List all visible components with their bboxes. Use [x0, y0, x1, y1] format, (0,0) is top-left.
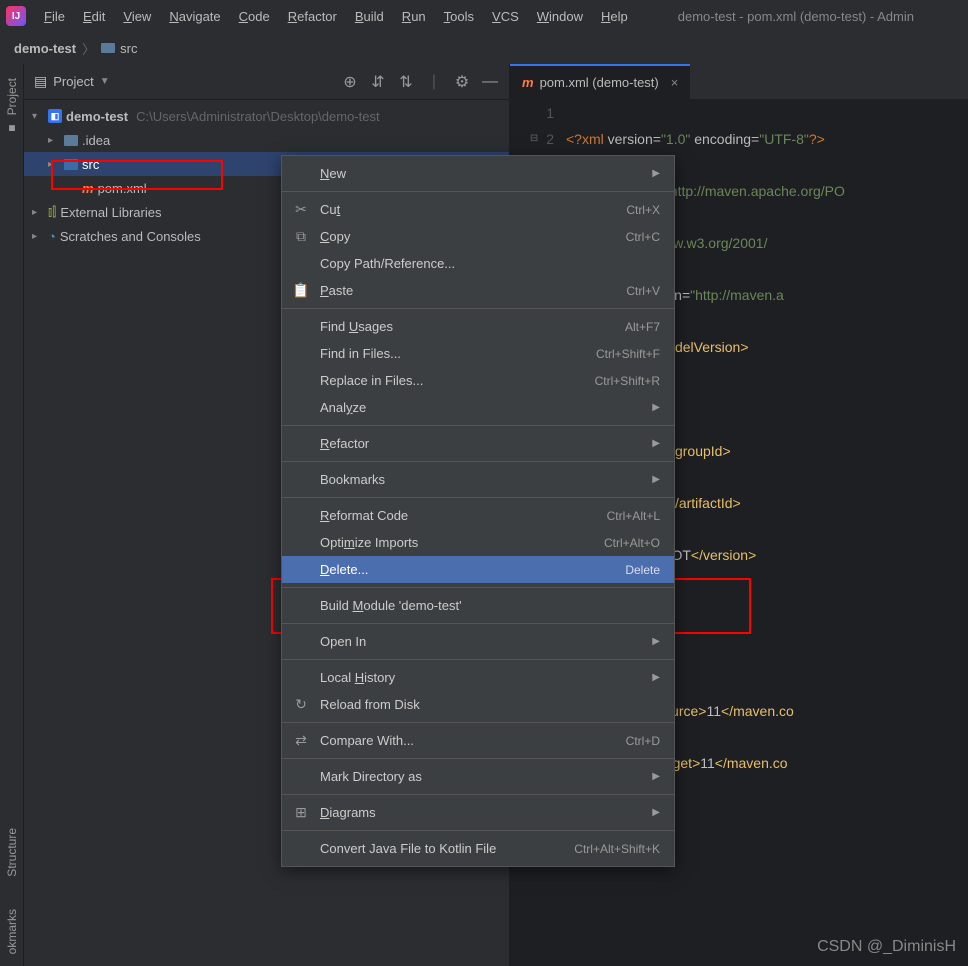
menu-view[interactable]: View	[115, 5, 159, 28]
project-panel-header: ▤ Project ▼ ⊕ ⇵ ⇅ | ⚙ —	[24, 64, 509, 100]
breadcrumb-root[interactable]: demo-test	[14, 41, 76, 56]
breadcrumb-child[interactable]: src	[101, 41, 137, 56]
rail-structure[interactable]: Structure	[5, 822, 19, 883]
paste-icon: 📋	[292, 282, 310, 299]
cm-bookmarks[interactable]: Bookmarks▶	[282, 466, 674, 493]
scratch-icon: ◔	[48, 229, 56, 244]
menu-help[interactable]: Help	[593, 5, 636, 28]
menu-refactor[interactable]: Refactor	[280, 5, 345, 28]
maven-icon: m	[522, 75, 534, 90]
tab-bar: m pom.xml (demo-test) ×	[510, 64, 968, 100]
maven-icon: m	[82, 181, 94, 196]
hide-icon[interactable]: —	[481, 73, 499, 91]
window-title: demo-test - pom.xml (demo-test) - Admin	[678, 9, 914, 24]
copy-icon: ⧉	[292, 228, 310, 245]
cm-cut[interactable]: ✂CutCtrl+X	[282, 196, 674, 223]
collapse-icon[interactable]: ⇅	[397, 73, 415, 91]
tree-root[interactable]: ◧ demo-test C:\Users\Administrator\Deskt…	[24, 104, 509, 128]
rail-bookmarks[interactable]: okmarks	[5, 903, 19, 960]
cm-diagrams[interactable]: ⊞Diagrams▶	[282, 799, 674, 826]
cm-paste[interactable]: 📋PasteCtrl+V	[282, 277, 674, 304]
breadcrumb: demo-test 〉 src	[0, 32, 968, 64]
menu-window[interactable]: Window	[529, 5, 591, 28]
chevron-right-icon: ▶	[652, 402, 660, 413]
cm-optimize-imports[interactable]: Optimize ImportsCtrl+Alt+O	[282, 529, 674, 556]
cm-copy[interactable]: ⧉CopyCtrl+C	[282, 223, 674, 250]
library-icon: ⫾⫿	[48, 204, 56, 220]
chevron-right-icon: ▶	[652, 807, 660, 818]
chevron-right-icon: ▶	[652, 771, 660, 782]
chevron-right-icon: ▶	[652, 672, 660, 683]
module-icon: ◧	[48, 109, 62, 123]
cm-local-history[interactable]: Local History▶	[282, 664, 674, 691]
context-menu: New▶ ✂CutCtrl+X⧉CopyCtrl+CCopy Path/Refer…	[281, 155, 675, 867]
cm-reformat-code[interactable]: Reformat CodeCtrl+Alt+L	[282, 502, 674, 529]
cm-mark-directory-as[interactable]: Mark Directory as▶	[282, 763, 674, 790]
tree-idea[interactable]: .idea	[24, 128, 509, 152]
menu-code[interactable]: Code	[231, 5, 278, 28]
menu-run[interactable]: Run	[394, 5, 434, 28]
cm-refactor[interactable]: Refactor▶	[282, 430, 674, 457]
app-icon: IJ	[6, 6, 26, 26]
cm-delete[interactable]: Delete...Delete	[282, 556, 674, 583]
chevron-right-icon: ▶	[652, 474, 660, 485]
menu-file[interactable]: File	[36, 5, 73, 28]
rail-project[interactable]: ■Project	[5, 72, 19, 141]
select-opened-icon[interactable]: ⊕	[341, 73, 359, 91]
cm-copy-path-reference[interactable]: Copy Path/Reference...	[282, 250, 674, 277]
folder-icon	[64, 159, 78, 170]
cm-find-usages[interactable]: Find UsagesAlt+F7	[282, 313, 674, 340]
panel-title: Project	[53, 74, 93, 89]
watermark: CSDN @_DiminisH	[817, 938, 956, 956]
menu-tools[interactable]: Tools	[436, 5, 482, 28]
chevron-right-icon: ▶	[652, 438, 660, 449]
chevron-right-icon: 〉	[82, 39, 95, 58]
tool-rail: ■Project Structure okmarks	[0, 64, 24, 966]
compare-icon: ⇄	[292, 732, 310, 749]
cm-replace-in-files[interactable]: Replace in Files...Ctrl+Shift+R	[282, 367, 674, 394]
menu-edit[interactable]: Edit	[75, 5, 113, 28]
cm-open-in[interactable]: Open In▶	[282, 628, 674, 655]
cm-new[interactable]: New▶	[282, 160, 674, 187]
folder-icon	[101, 43, 115, 53]
cm-convert-java-file-to-kotlin-file[interactable]: Convert Java File to Kotlin FileCtrl+Alt…	[282, 835, 674, 862]
gear-icon[interactable]: ⚙	[453, 73, 471, 91]
reload-icon: ↻	[292, 696, 310, 713]
menu-build[interactable]: Build	[347, 5, 392, 28]
cm-find-in-files[interactable]: Find in Files...Ctrl+Shift+F	[282, 340, 674, 367]
close-icon[interactable]: ×	[671, 75, 679, 90]
menu-vcs[interactable]: VCS	[484, 5, 527, 28]
chevron-right-icon: ▶	[652, 636, 660, 647]
expand-icon[interactable]: ⇵	[369, 73, 387, 91]
tab-pom[interactable]: m pom.xml (demo-test) ×	[510, 64, 690, 99]
diagram-icon: ⊞	[292, 804, 310, 821]
folder-icon	[64, 135, 78, 146]
menu-navigate[interactable]: Navigate	[161, 5, 228, 28]
chevron-right-icon: ▶	[652, 168, 660, 179]
menubar: IJ FileEditViewNavigateCodeRefactorBuild…	[0, 0, 968, 32]
cm-reload-from-disk[interactable]: ↻Reload from Disk	[282, 691, 674, 718]
dropdown-icon[interactable]: ▼	[100, 76, 110, 87]
cm-build-module-demo-test[interactable]: Build Module 'demo-test'	[282, 592, 674, 619]
cm-analyze[interactable]: Analyze▶	[282, 394, 674, 421]
cm-compare-with[interactable]: ⇄Compare With...Ctrl+D	[282, 727, 674, 754]
cut-icon: ✂	[292, 201, 310, 218]
